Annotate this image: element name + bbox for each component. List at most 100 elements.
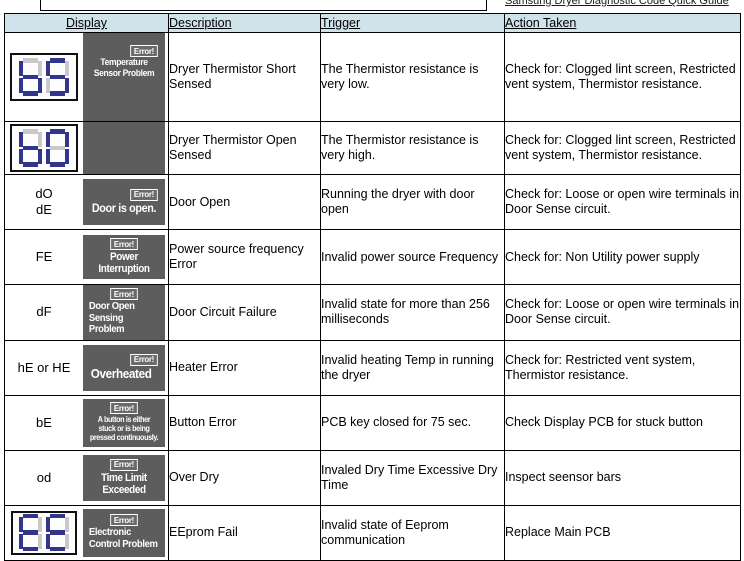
error-badge: Error! Electronic Control Problem bbox=[83, 508, 165, 557]
error-label: Error! bbox=[130, 353, 158, 366]
description-cell: Door Circuit Failure bbox=[168, 284, 321, 341]
display-cell: dF Error! Door Open Sensing Problem bbox=[4, 284, 169, 341]
seven-segment-display-icon bbox=[10, 124, 78, 172]
display-cell: dO dE Error! Door is open. bbox=[4, 174, 169, 230]
action-cell: Check Display PCB for stuck button bbox=[504, 394, 741, 451]
display-code-line-2: dE bbox=[36, 202, 52, 217]
error-badge: Error! Temperature Sensor Problem bbox=[83, 33, 165, 121]
action-cell: Check for: Clogged lint screen, Restrict… bbox=[504, 32, 741, 122]
display-code: dF bbox=[5, 304, 83, 320]
display-code: hE or HE bbox=[5, 360, 83, 376]
table-row: Error! Temperature Sensor Problem Dryer … bbox=[4, 32, 741, 122]
description-cell: Door Open bbox=[168, 174, 321, 230]
description-cell: Power source frequency Error bbox=[168, 229, 321, 285]
page-header-strip: page 3; Dryer Heating, page 4 Samsung Dr… bbox=[0, 0, 744, 12]
error-caption: Door is open. bbox=[91, 200, 157, 215]
display-code-text: FE bbox=[35, 249, 53, 264]
error-badge-continuation bbox=[83, 122, 165, 174]
column-header-trigger: Trigger bbox=[320, 13, 505, 33]
description-cell: Button Error bbox=[168, 394, 321, 451]
seven-segment-display-icon bbox=[11, 510, 77, 555]
display-cell: bE Error! A button is either stuck or is… bbox=[4, 394, 169, 451]
error-label: Error! bbox=[110, 238, 138, 250]
error-badge: Error! Power Interruption bbox=[83, 235, 165, 279]
display-cell: FE Error! Power Interruption bbox=[4, 229, 169, 285]
error-caption: Time Limit Exceeded bbox=[101, 471, 147, 496]
error-caption: Door Open Sensing Problem bbox=[88, 300, 135, 335]
document-page: page 3; Dryer Heating, page 4 Samsung Dr… bbox=[0, 0, 744, 561]
trigger-cell: The Thermistor resistance is very low. bbox=[320, 32, 505, 122]
display-code: FE bbox=[5, 249, 83, 265]
trigger-cell: Invalid state for more than 256 millisec… bbox=[320, 284, 505, 341]
page-title: Samsung Dryer Diagnostic Code Quick Guid… bbox=[505, 0, 729, 7]
display-cell: od Error! Time Limit Exceeded bbox=[4, 449, 169, 506]
error-badge: Error! Overheated bbox=[83, 344, 165, 391]
description-cell: Dryer Thermistor Short Sensed bbox=[168, 32, 321, 122]
error-badge: Error! A button is either stuck or is be… bbox=[83, 398, 165, 447]
description-cell: Heater Error bbox=[168, 339, 321, 396]
table-body: Error! Temperature Sensor Problem Dryer … bbox=[4, 32, 741, 561]
trigger-cell: Invaled Dry Time Excessive Dry Time bbox=[320, 449, 505, 506]
trigger-cell: Invalid state of Eeprom communication bbox=[320, 504, 505, 561]
error-label: Error! bbox=[130, 188, 158, 201]
description-cell: Dryer Thermistor Open Sensed bbox=[168, 121, 321, 175]
display-code bbox=[5, 124, 83, 172]
table-row: dO dE Error! Door is open. Door Open Run… bbox=[4, 174, 741, 230]
page-reference-box: page 3; Dryer Heating, page 4 bbox=[40, 0, 487, 11]
error-caption: A button is either stuck or is being pre… bbox=[89, 415, 159, 442]
display-code bbox=[5, 53, 83, 101]
display-code-text: hE or HE bbox=[17, 359, 71, 375]
display-cell: hE or HE Error! Overheated bbox=[4, 339, 169, 396]
display-code: bE bbox=[5, 415, 83, 431]
trigger-cell: PCB key closed for 75 sec. bbox=[320, 394, 505, 451]
trigger-cell: Running the dryer with door open bbox=[320, 174, 505, 230]
display-code: od bbox=[5, 470, 83, 486]
error-badge: Error! Door is open. bbox=[83, 179, 165, 225]
action-cell: Check for: Restricted vent system, Therm… bbox=[504, 339, 741, 396]
action-cell: Check for: Non Utility power supply bbox=[504, 229, 741, 285]
display-cell: Error! Electronic Control Problem bbox=[4, 504, 169, 561]
error-caption: Power Interruption bbox=[98, 251, 150, 275]
error-label: Error! bbox=[110, 458, 138, 471]
action-cell: Replace Main PCB bbox=[504, 504, 741, 561]
description-cell: Over Dry bbox=[168, 449, 321, 506]
column-header-action: Action Taken bbox=[504, 13, 741, 33]
table-row: FE Error! Power Interruption Power sourc… bbox=[4, 229, 741, 285]
table-row: dF Error! Door Open Sensing Problem Door… bbox=[4, 284, 741, 341]
trigger-cell: Invalid heating Temp in running the drye… bbox=[320, 339, 505, 396]
table-row: hE or HE Error! Overheated Heater Error … bbox=[4, 339, 741, 396]
table-row: od Error! Time Limit Exceeded Over Dry I… bbox=[4, 449, 741, 506]
display-cell: Error! Temperature Sensor Problem bbox=[4, 32, 169, 122]
display-code bbox=[5, 510, 83, 555]
display-code-line-1: dO bbox=[35, 186, 53, 201]
diagnostic-code-table: Display Description Trigger Action Taken bbox=[4, 13, 741, 561]
error-label: Error! bbox=[130, 45, 158, 57]
error-caption: Overheated bbox=[90, 365, 152, 381]
trigger-cell: The Thermistor resistance is very high. bbox=[320, 121, 505, 175]
seven-segment-display-icon bbox=[10, 53, 78, 101]
table-row: Dryer Thermistor Open Sensed The Thermis… bbox=[4, 121, 741, 175]
error-caption: Electronic Control Problem bbox=[88, 526, 158, 550]
error-badge: Error! Time Limit Exceeded bbox=[83, 454, 165, 501]
error-caption: Temperature Sensor Problem bbox=[93, 57, 155, 79]
table-row: Error! Electronic Control Problem EEprom… bbox=[4, 504, 741, 561]
display-cell bbox=[4, 121, 169, 175]
display-code-text: bE bbox=[36, 414, 52, 430]
error-label: Error! bbox=[110, 402, 138, 414]
description-cell: EEprom Fail bbox=[168, 504, 321, 561]
trigger-cell: Invalid power source Frequency bbox=[320, 229, 505, 285]
error-label: Error! bbox=[110, 288, 138, 300]
error-label: Error! bbox=[110, 514, 138, 526]
display-code-text: dF bbox=[36, 304, 52, 320]
error-badge: Error! Door Open Sensing Problem bbox=[83, 285, 165, 340]
action-cell: Check for: Clogged lint screen, Restrict… bbox=[504, 121, 741, 175]
action-cell: Check for: Loose or open wire terminals … bbox=[504, 174, 741, 230]
column-header-display: Display bbox=[4, 13, 169, 33]
action-cell: Inspect seensor bars bbox=[504, 449, 741, 506]
action-cell: Check for: Loose or open wire terminals … bbox=[504, 284, 741, 341]
display-code-text: od bbox=[36, 469, 52, 485]
column-header-description: Description bbox=[168, 13, 321, 33]
table-header-row: Display Description Trigger Action Taken bbox=[4, 13, 741, 33]
display-code: dO dE bbox=[5, 186, 83, 218]
table-row: bE Error! A button is either stuck or is… bbox=[4, 394, 741, 451]
